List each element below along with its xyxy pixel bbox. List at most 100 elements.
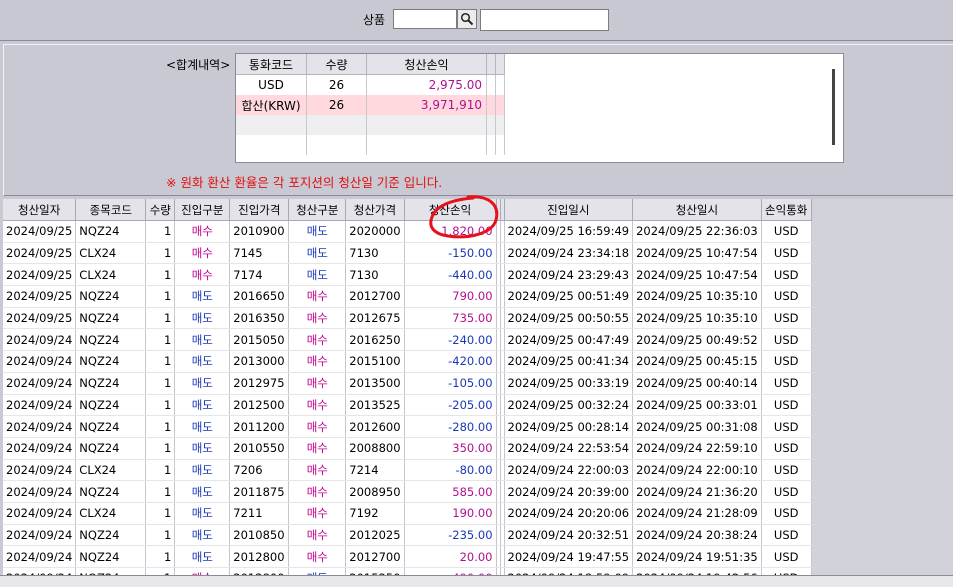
col-header-exit-time[interactable]: 청산일시 <box>632 199 762 221</box>
cell-symbol: CLX24 <box>75 242 147 265</box>
cell-exit-side: 매수 <box>288 545 347 568</box>
cell-exit-side: 매수 <box>288 459 347 482</box>
cell-exit-time: 2024/09/24 22:00:10 <box>632 459 762 482</box>
table-row[interactable]: 2024/09/24 NQZ24 1 매도 2012500 매수 2013525 -205.0… <box>3 394 812 417</box>
cell-qty: 1 <box>145 307 176 330</box>
cell-pnl-currency: USD <box>761 437 812 460</box>
summary-row[interactable]: USD 26 2,975.00 <box>236 74 505 95</box>
summary-header-splitter[interactable] <box>495 54 505 75</box>
cell-symbol: NQZ24 <box>75 328 147 352</box>
col-header-entry-side[interactable]: 진입구분 <box>174 199 231 221</box>
summary-cell-pnl: 3,971,910 <box>366 95 487 115</box>
cell-symbol: CLX24 <box>75 459 147 482</box>
cell-exit-price: 7130 <box>345 242 405 265</box>
cell-close-date: 2024/09/24 <box>3 372 77 395</box>
table-row[interactable]: 2024/09/24 CLX24 1 매도 7211 매수 7192 190.00 2024/0… <box>3 502 812 525</box>
table-row[interactable]: 2024/09/25 CLX24 1 매수 7174 매도 7130 -440.00 2024/… <box>3 263 812 287</box>
cell-exit-price: 7192 <box>345 502 405 525</box>
cell-entry-price: 7174 <box>229 263 290 287</box>
table-row[interactable]: 2024/09/24 NQZ24 1 매도 2015050 매수 2016250 -240.0… <box>3 328 812 352</box>
summary-cell-pnl: 2,975.00 <box>366 74 487 95</box>
summary-title: <합계내역> <box>166 58 231 72</box>
cell-entry-time: 2024/09/24 20:20:06 <box>504 502 634 525</box>
detail-grid[interactable]: 청산일자 종목코드 수량 진입구분 진입가격 청산구분 청산가격 청산손익 진입… <box>3 199 953 575</box>
cell-exit-price: 2012600 <box>345 415 405 438</box>
col-header-qty[interactable]: 수량 <box>145 199 176 221</box>
summary-row[interactable]: 합산(KRW) 26 3,971,910 <box>236 95 505 115</box>
cell-entry-price: 2016650 <box>229 285 290 308</box>
cell-entry-time: 2024/09/25 00:28:14 <box>504 415 634 438</box>
cell-entry-price: 7211 <box>229 502 290 525</box>
product-label: 상품 <box>363 13 386 27</box>
summary-header-pnl[interactable]: 청산손익 <box>366 54 487 75</box>
table-row[interactable]: 2024/09/24 NQZ24 1 매도 2011875 매수 2008950 585.00… <box>3 480 812 503</box>
col-header-close-date[interactable]: 청산일자 <box>3 199 77 221</box>
summary-scrollbar[interactable] <box>832 69 835 145</box>
product-name-field[interactable] <box>480 9 609 31</box>
cell-pnl: 735.00 <box>404 307 497 330</box>
cell-entry-time: 2024/09/25 16:59:49 <box>504 220 634 243</box>
cell-pnl: -420.00 <box>404 350 497 373</box>
table-row[interactable]: 2024/09/24 NQZ24 1 매도 2012975 매수 2013500 -105.0… <box>3 372 812 395</box>
horizontal-scrollbar[interactable] <box>0 575 953 587</box>
cell-entry-time: 2024/09/24 22:53:54 <box>504 437 634 460</box>
col-header-symbol[interactable]: 종목코드 <box>75 199 147 221</box>
summary-header-splitter[interactable] <box>486 54 496 75</box>
cell-exit-price: 2012700 <box>345 545 405 568</box>
cell-entry-side: 매수 <box>174 567 231 575</box>
cell-entry-price: 2010850 <box>229 524 290 547</box>
search-button[interactable] <box>457 9 477 29</box>
cell-entry-price: 2011875 <box>229 480 290 503</box>
cell-exit-time: 2024/09/25 00:31:08 <box>632 415 762 438</box>
summary-grid[interactable]: 통화코드 수량 청산손익 USD 26 2,975.00 합산(KRW) 26 … <box>235 53 844 163</box>
cell-close-date: 2024/09/25 <box>3 285 77 308</box>
cell-pnl-currency: USD <box>761 220 812 243</box>
cell-pnl-currency: USD <box>761 480 812 503</box>
cell-entry-time: 2024/09/24 18:59:09 <box>504 567 634 575</box>
cell-entry-side: 매도 <box>174 502 231 525</box>
cell-entry-side: 매도 <box>174 524 231 547</box>
cell-pnl-currency: USD <box>761 263 812 287</box>
col-header-entry-price[interactable]: 진입가격 <box>229 199 290 221</box>
table-row[interactable]: 2024/09/24NQZ241매수2012800매도2015250490.00… <box>3 567 812 575</box>
cell-close-date: 2024/09/25 <box>3 242 77 265</box>
cell-exit-side: 매수 <box>288 480 347 503</box>
cell-pnl-currency: USD <box>761 394 812 417</box>
cell-entry-time: 2024/09/25 00:50:55 <box>504 307 634 330</box>
cell-qty: 1 <box>145 415 176 438</box>
cell-pnl-currency: USD <box>761 567 812 575</box>
cell-exit-side: 매수 <box>288 524 347 547</box>
cell-entry-price: 2015050 <box>229 328 290 352</box>
cell-entry-price: 2010550 <box>229 437 290 460</box>
cell-exit-side: 매수 <box>288 394 347 417</box>
cell-symbol: NQZ24 <box>75 285 147 308</box>
col-header-pnl-currency[interactable]: 손익통화 <box>761 199 812 221</box>
table-row[interactable]: 2024/09/24 NQZ24 1 매도 2010850 매수 2012025 -235.0… <box>3 524 812 547</box>
cell-close-date: 2024/09/24 <box>3 524 77 547</box>
cell-exit-price: 2016250 <box>345 328 405 352</box>
cell-entry-side: 매수 <box>174 263 231 287</box>
table-row[interactable]: 2024/09/24 NQZ24 1 매도 2013000 매수 2015100 -420.0… <box>3 350 812 373</box>
table-row[interactable]: 2024/09/24 NQZ24 1 매도 2012800 매수 2012700 20.00 2… <box>3 545 812 568</box>
product-code-input[interactable] <box>393 9 457 29</box>
cell-exit-side: 매수 <box>288 437 347 460</box>
col-header-entry-time[interactable]: 진입일시 <box>504 199 634 221</box>
cell-symbol: CLX24 <box>75 263 147 287</box>
table-row[interactable]: 2024/09/25 NQZ24 1 매도 2016350 매수 2012675 735.00… <box>3 307 812 330</box>
cell-entry-time: 2024/09/24 23:34:18 <box>504 242 634 265</box>
cell-pnl: 20.00 <box>404 545 497 568</box>
cell-entry-price: 7206 <box>229 459 290 482</box>
cell-entry-time: 2024/09/24 22:00:03 <box>504 459 634 482</box>
table-row[interactable]: 2024/09/24 NQZ24 1 매도 2011200 매수 2012600 -280.0… <box>3 415 812 438</box>
table-row[interactable]: 2024/09/24 NQZ24 1 매도 2010550 매수 2008800 350.00… <box>3 437 812 460</box>
summary-header-qty[interactable]: 수량 <box>306 54 367 75</box>
cell-close-date: 2024/09/24 <box>3 350 77 373</box>
col-header-exit-side[interactable]: 청산구분 <box>288 199 347 221</box>
table-row[interactable]: 2024/09/25 CLX24 1 매수 7145 매도 7130 -150.00 2024/… <box>3 242 812 265</box>
table-row[interactable]: 2024/09/24 CLX24 1 매도 7206 매수 7214 -80.00 2024/0… <box>3 459 812 482</box>
col-header-exit-price[interactable]: 청산가격 <box>345 199 405 221</box>
cell-close-date: 2024/09/25 <box>3 307 77 330</box>
table-row[interactable]: 2024/09/25 NQZ24 1 매수 2010900 매도 2020000 1,820.… <box>3 220 812 243</box>
table-row[interactable]: 2024/09/25 NQZ24 1 매도 2016650 매수 2012700 790.00… <box>3 285 812 308</box>
summary-header-currency[interactable]: 통화코드 <box>236 54 307 75</box>
